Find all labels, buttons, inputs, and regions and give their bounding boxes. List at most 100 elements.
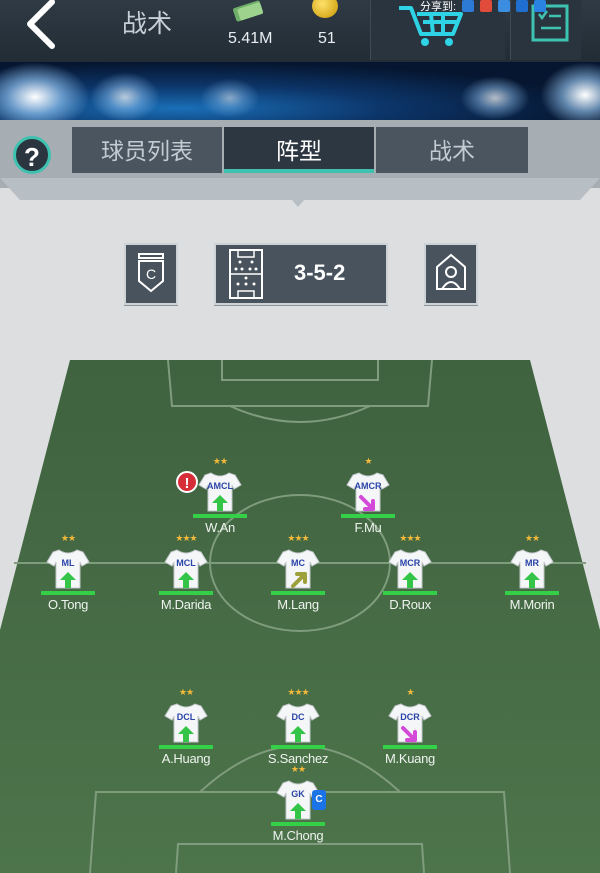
share-label: 分享到: [420,1,457,13]
share-qq-icon[interactable] [498,0,511,12]
fitness-bar [159,591,213,595]
player-card[interactable]: ★★ GK M.Chong [258,763,338,843]
fitness-bar [193,514,247,518]
shirt-icon: MCL [163,544,209,590]
fitness-bar [383,745,437,749]
tab-formation[interactable]: 阵型 [224,127,374,173]
coin-icon [312,0,338,18]
floodlight-glow [90,72,160,120]
tab-tactics[interactable]: 战术 [376,127,528,173]
player-name: D.Roux [389,597,431,612]
player-card[interactable]: ★★ ML O.Tong [28,532,108,612]
player-card[interactable]: ★ DCR M.Kuang [370,686,450,766]
star-rating: ★ [406,687,414,697]
star-rating: ★★ [290,764,306,774]
player-name: M.Morin [509,597,555,612]
shirt-icon: DCR [387,698,433,744]
player-name: A.Huang [161,751,211,766]
position-label: AMCL [207,481,233,491]
warning-badge[interactable]: ! [176,471,198,493]
star-rating: ★★★ [175,533,197,543]
fitness-bar [271,745,325,749]
floodlight-glow [0,62,90,120]
shirt-icon: DCL [163,698,209,744]
tab-pointer [291,199,305,207]
player-card[interactable]: ★ AMCR F.Mu [328,455,408,535]
top-bar: 战术 5.41M 51 分享到: [0,0,600,62]
floodlight-glow [540,62,600,120]
player-card[interactable]: ★★★ DC S.Sanchez [258,686,338,766]
player-name: O.Tong [47,597,89,612]
player-name: M.Kuang [385,751,435,766]
position-label: MCR [399,558,421,568]
fitness-bar [41,591,95,595]
player-name: M.Lang [277,597,319,612]
set-piece-taker-button[interactable] [424,243,478,305]
pitch-formation-icon [229,249,263,299]
player-portrait-icon [436,253,466,290]
captain-badge-icon: C [138,253,164,293]
fitness-bar [159,745,213,749]
star-rating: ★★★ [399,533,421,543]
shirt-icon: AMCL [197,467,243,513]
position-label: DCR [400,712,420,722]
captain-badge: C [312,790,326,810]
player-card[interactable]: ★★★ MCR D.Roux [370,532,450,612]
money-value: 5.41M [228,30,273,47]
tab-strip-edge [0,178,600,200]
stadium-banner [0,62,600,120]
shirt-icon: MR [509,544,555,590]
player-card[interactable]: ★★★ MCL M.Darida [146,532,226,612]
captain-select-button[interactable]: C [124,243,178,305]
cash-icon [233,0,263,22]
tab-label: 战术 [429,138,475,164]
question-mark-icon: ? [24,142,40,172]
share-x-icon[interactable] [516,0,529,12]
position-label: AMCR [354,481,382,491]
help-button[interactable]: ? [13,136,51,174]
floodlight-glow [460,76,530,120]
star-rating: ★★★ [287,533,309,543]
fitness-bar [505,591,559,595]
tab-label: 球员列表 [101,138,193,164]
position-label: MC [291,558,305,568]
player-name: M.Darida [160,597,212,612]
shirt-icon: MC [275,544,321,590]
share-qzone-icon[interactable] [462,0,475,12]
formation-value: 3-5-2 [294,260,346,285]
svg-text:C: C [146,266,156,282]
fitness-bar [383,591,437,595]
page-title: 战术 [122,10,173,38]
star-rating: ★★ [178,687,194,697]
shirt-icon: DC [275,698,321,744]
player-name: M.Chong [272,828,324,843]
star-rating: ★★ [524,533,540,543]
share-bar: 分享到: [420,0,547,13]
back-arrow-icon[interactable] [18,0,66,50]
star-rating: ★★ [60,533,76,543]
player-card[interactable]: ★★ MR M.Morin [492,532,572,612]
active-tab-indicator [224,169,374,173]
position-label: ML [61,558,75,568]
shirt-icon: ML [45,544,91,590]
fitness-bar [271,591,325,595]
player-card[interactable]: ★★ DCL A.Huang [146,686,226,766]
coin-value: 51 [318,30,336,47]
position-label: DCL [176,712,196,722]
star-rating: ★★ [212,456,228,466]
star-rating: ★ [364,456,372,466]
fitness-bar [271,822,325,826]
player-card[interactable]: ★★★ MC M.Lang [258,532,338,612]
shirt-icon: MCR [387,544,433,590]
share-weibo-icon[interactable] [480,0,493,12]
floodlight-glow [200,78,260,118]
position-label: DC [291,712,305,722]
fitness-bar [341,514,395,518]
star-rating: ★★★ [287,687,309,697]
share-more-icon[interactable] [534,0,547,12]
position-label: MR [525,558,539,568]
player-card[interactable]: ★★ AMCL W.An [180,455,260,535]
position-label: MCL [176,558,196,568]
tab-player-list[interactable]: 球员列表 [72,127,222,173]
shirt-icon: AMCR [345,467,391,513]
